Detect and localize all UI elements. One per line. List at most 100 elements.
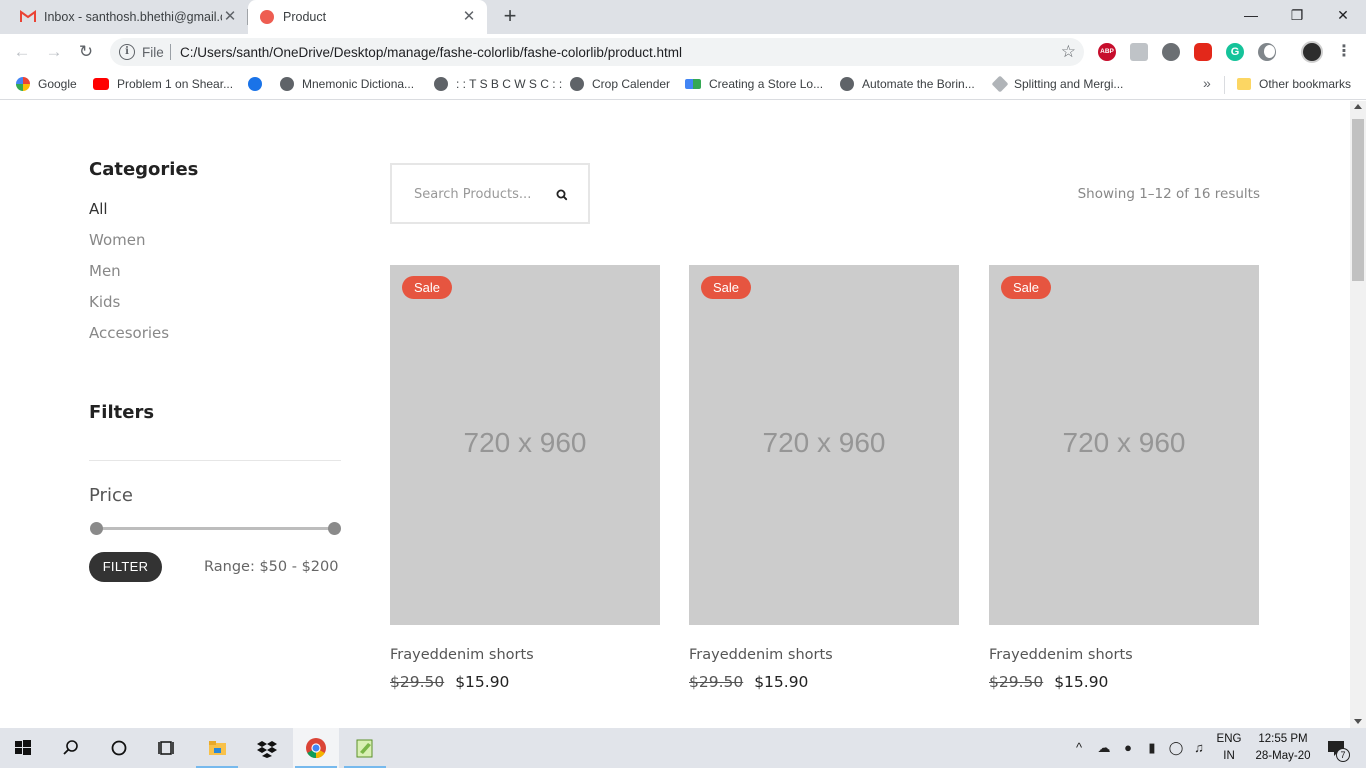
price-row: $29.50 $15.90 (390, 673, 509, 691)
cube-extension-icon[interactable] (1130, 43, 1148, 61)
bookmark-star-icon[interactable]: ☆ (1061, 42, 1076, 62)
page-favicon-icon (260, 10, 274, 24)
category-women-link[interactable]: Women (89, 231, 145, 249)
tab-product[interactable]: Product ✕ (248, 0, 487, 34)
globe-icon (434, 77, 448, 91)
search-button[interactable] (48, 728, 94, 768)
close-window-button[interactable]: ✕ (1320, 0, 1366, 30)
stop-extension-icon[interactable] (1194, 43, 1212, 61)
bookmark-settings[interactable] (248, 70, 270, 98)
microphone-icon[interactable]: ● (1120, 740, 1136, 756)
scroll-up-arrow-icon[interactable] (1354, 104, 1362, 109)
bookmark-label: Other bookmarks (1259, 77, 1352, 91)
category-men-link[interactable]: Men (89, 262, 121, 280)
restore-button[interactable]: ❐ (1274, 0, 1320, 30)
product-name-link[interactable]: Frayeddenim shorts (689, 647, 833, 663)
bookmark-tsbcwsc[interactable]: : : T S B C W S C : : (434, 70, 562, 98)
category-kids-link[interactable]: Kids (89, 293, 120, 311)
task-view-button[interactable] (144, 728, 190, 768)
product-card[interactable]: 720 x 960 Sale Frayeddenim shorts $29.50… (689, 265, 959, 691)
region-indicator[interactable]: IN (1214, 750, 1244, 762)
category-all-link[interactable]: All (89, 200, 108, 218)
gear-icon (248, 77, 262, 91)
address-bar[interactable]: i File C:/Users/santh/OneDrive/Desktop/m… (110, 38, 1084, 66)
cortana-icon (111, 740, 127, 756)
page-scrollbar[interactable] (1350, 101, 1366, 728)
category-accesories-link[interactable]: Accesories (89, 324, 169, 342)
back-button[interactable]: ← (10, 40, 34, 64)
cortana-button[interactable] (96, 728, 142, 768)
sale-badge: Sale (402, 276, 452, 299)
product-card[interactable]: 720 x 960 Sale Frayeddenim shorts $29.50… (390, 265, 660, 691)
bookmark-google[interactable]: Google (16, 70, 77, 98)
bookmarks-overflow-icon[interactable]: » (1203, 75, 1211, 91)
language-indicator[interactable]: ENG (1214, 733, 1244, 745)
tab-gmail-inbox[interactable]: Inbox - santhosh.bhethi@gmail.c ✕ (8, 0, 248, 34)
bookmark-label: Mnemonic Dictiona... (302, 77, 415, 91)
notepad-plus-button[interactable] (342, 728, 388, 768)
bookmark-mnemonic[interactable]: Mnemonic Dictiona... (280, 70, 414, 98)
product-image[interactable]: 720 x 960 Sale (989, 265, 1259, 625)
grammarly-icon[interactable]: G (1226, 43, 1244, 61)
battery-icon[interactable]: ▮ (1144, 740, 1160, 756)
file-explorer-button[interactable] (194, 728, 240, 768)
minimize-button[interactable]: — (1228, 0, 1274, 30)
product-image[interactable]: 720 x 960 Sale (390, 265, 660, 625)
price-row: $29.50 $15.90 (689, 673, 808, 691)
sale-badge: Sale (701, 276, 751, 299)
bookmark-crop-calender[interactable]: Crop Calender (570, 70, 670, 98)
product-card[interactable]: 720 x 960 Sale Frayeddenim shorts $29.50… (989, 265, 1259, 691)
filter-button[interactable]: FILTER (89, 552, 162, 582)
bookmark-label: Creating a Store Lo... (709, 77, 824, 91)
price-slider-max-handle[interactable] (328, 522, 341, 535)
price-slider-min-handle[interactable] (90, 522, 103, 535)
image-placeholder-text: 720 x 960 (463, 427, 587, 458)
start-button[interactable] (0, 728, 46, 768)
search-icon[interactable] (552, 185, 572, 205)
product-image[interactable]: 720 x 960 Sale (689, 265, 959, 625)
chrome-icon (306, 738, 326, 759)
price-slider-track[interactable] (96, 527, 334, 530)
volume-icon[interactable]: ♫ (1191, 740, 1207, 756)
info-icon[interactable]: i (119, 44, 135, 60)
dropbox-button[interactable] (244, 728, 290, 768)
profile-avatar[interactable] (1301, 41, 1323, 63)
old-price: $29.50 (989, 673, 1044, 691)
product-name-link[interactable]: Frayeddenim shorts (390, 647, 534, 663)
windows-taskbar: ^ ☁ ● ▮ ◯ ♫ ENG IN 12:55 PM 28-May-20 7 (0, 728, 1366, 768)
sale-badge: Sale (1001, 276, 1051, 299)
adblock-plus-icon[interactable]: ABP (1098, 43, 1116, 61)
bookmark-splitting[interactable]: Splitting and Mergi... (991, 70, 1124, 98)
bookmark-label: : : T S B C W S C : : (456, 77, 563, 91)
bookmark-youtube[interactable]: Problem 1 on Shear... (93, 70, 233, 98)
bookmark-label: Crop Calender (592, 77, 671, 91)
search-products-input[interactable] (414, 184, 544, 204)
sale-price: $15.90 (754, 673, 809, 691)
new-tab-button[interactable]: + (499, 5, 521, 28)
scroll-down-arrow-icon[interactable] (1354, 719, 1362, 724)
tab-close-icon[interactable]: ✕ (461, 9, 477, 25)
bookmark-store-locator[interactable]: Creating a Store Lo... (685, 70, 823, 98)
clock-time[interactable]: 12:55 PM (1250, 733, 1316, 745)
people-extension-icon[interactable] (1162, 43, 1180, 61)
other-bookmarks[interactable]: Other bookmarks (1237, 70, 1351, 98)
url-text[interactable]: C:/Users/santh/OneDrive/Desktop/manage/f… (180, 45, 682, 60)
bookmark-automate[interactable]: Automate the Borin... (840, 70, 975, 98)
price-label: Price (89, 485, 133, 506)
product-search-box (390, 163, 590, 224)
dark-mode-icon[interactable] (1258, 43, 1276, 61)
clock-date[interactable]: 28-May-20 (1250, 750, 1316, 762)
tab-close-icon[interactable]: ✕ (222, 9, 238, 25)
onedrive-icon[interactable]: ☁ (1096, 740, 1112, 756)
bookmark-label: Splitting and Mergi... (1014, 77, 1124, 91)
show-hidden-icons-icon[interactable]: ^ (1071, 740, 1087, 756)
reload-button[interactable]: ↻ (74, 40, 98, 64)
browser-menu-icon[interactable]: ⋮ (1336, 40, 1352, 64)
network-icon[interactable]: ◯ (1168, 740, 1184, 756)
forward-button[interactable]: → (42, 40, 66, 64)
chrome-button[interactable] (293, 728, 339, 768)
product-name-link[interactable]: Frayeddenim shorts (989, 647, 1133, 663)
bookmark-label: Google (38, 77, 77, 91)
scrollbar-thumb[interactable] (1352, 119, 1364, 281)
categories-heading: Categories (89, 159, 199, 180)
